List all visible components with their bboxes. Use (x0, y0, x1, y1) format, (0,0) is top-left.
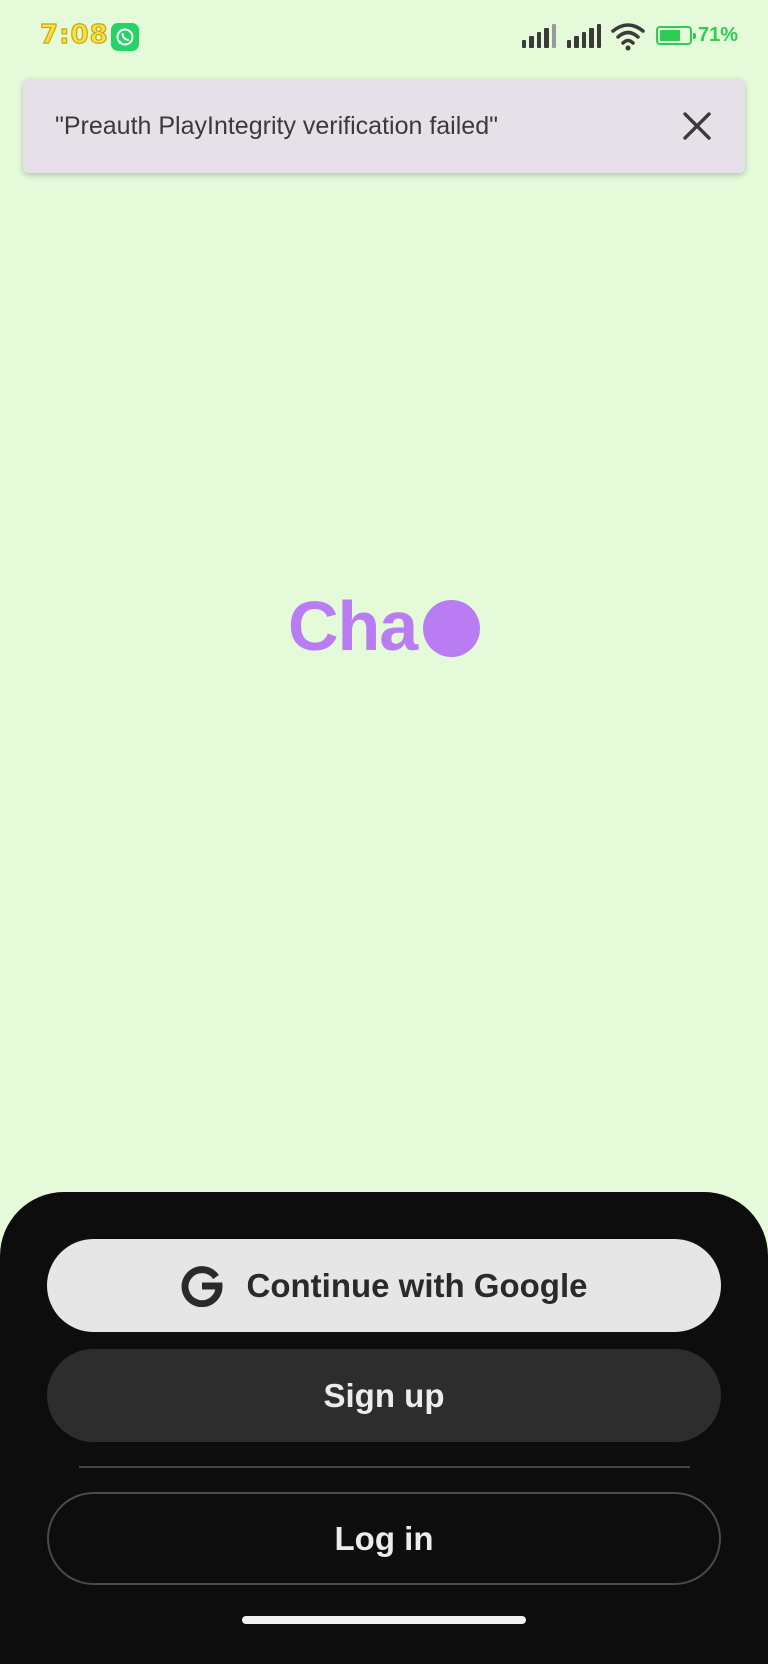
divider (79, 1466, 690, 1468)
wifi-icon (611, 23, 645, 51)
battery-fill (660, 30, 680, 41)
google-button-label: Continue with Google (246, 1266, 588, 1304)
logo-dot (423, 599, 481, 657)
home-indicator[interactable] (242, 1616, 526, 1624)
google-icon (181, 1265, 223, 1307)
continue-with-google-button[interactable]: Continue with Google (47, 1239, 721, 1332)
battery-percent: 71% (698, 24, 739, 46)
sign-up-button[interactable]: Sign up (47, 1349, 721, 1442)
status-bar: 7:08 71% (0, 0, 768, 72)
whatsapp-icon (111, 23, 139, 51)
log-in-button[interactable]: Log in (47, 1492, 721, 1585)
toast-message: "Preauth PlayIntegrity verification fail… (55, 112, 498, 140)
signal-icon (567, 24, 602, 48)
auth-sheet: Continue with Google Sign up Log in (0, 1192, 768, 1664)
log-in-label: Log in (334, 1519, 434, 1557)
close-toast-button[interactable] (675, 104, 719, 148)
battery-icon (656, 26, 696, 45)
error-toast: "Preauth PlayIntegrity verification fail… (23, 79, 745, 173)
close-icon (683, 112, 711, 140)
signal-icon (522, 24, 557, 48)
logo-text: Cha (288, 587, 418, 665)
sign-up-label: Sign up (323, 1376, 445, 1414)
status-time: 7:08 (39, 19, 109, 50)
app-logo: Cha (288, 586, 481, 666)
